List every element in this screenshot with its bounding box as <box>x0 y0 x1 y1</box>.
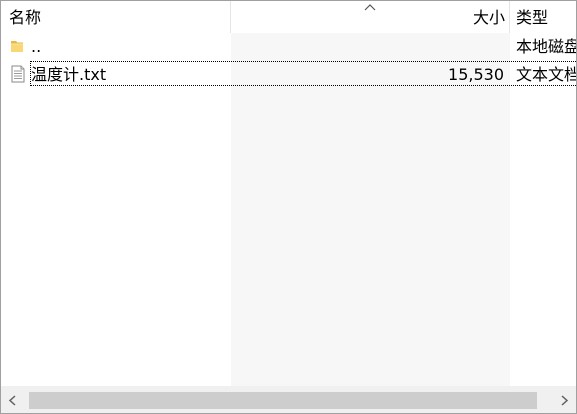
file-size: 15,530 <box>448 65 504 84</box>
column-header-name[interactable]: 名称 <box>1 1 231 33</box>
folder-icon <box>11 41 23 52</box>
file-name: 温度计.txt <box>31 65 107 84</box>
horizontal-scrollbar[interactable] <box>1 386 576 413</box>
list-item-parent-folder[interactable]: .. 本地磁盘 <box>1 33 576 59</box>
scroll-thumb[interactable] <box>29 392 537 409</box>
chevron-left-icon <box>8 395 16 406</box>
sort-ascending-icon <box>364 4 376 11</box>
text-file-icon <box>11 65 25 83</box>
file-size <box>231 33 504 59</box>
file-list-view: 名称 大小 类型 .. 本地磁盘 温度计.txt 15,530 文本文档 <box>0 0 577 414</box>
file-name: .. <box>31 37 42 56</box>
column-header-type[interactable]: 类型 <box>510 1 576 33</box>
file-type: 文本文档 <box>516 65 577 84</box>
chevron-right-icon <box>561 395 569 406</box>
scroll-right-button[interactable] <box>552 387 576 413</box>
file-type: 本地磁盘 <box>516 37 577 56</box>
list-item-text-file[interactable]: 温度计.txt 15,530 文本文档 <box>1 61 576 87</box>
scroll-left-button[interactable] <box>1 387 25 413</box>
column-header-row: 名称 大小 类型 <box>1 1 576 33</box>
